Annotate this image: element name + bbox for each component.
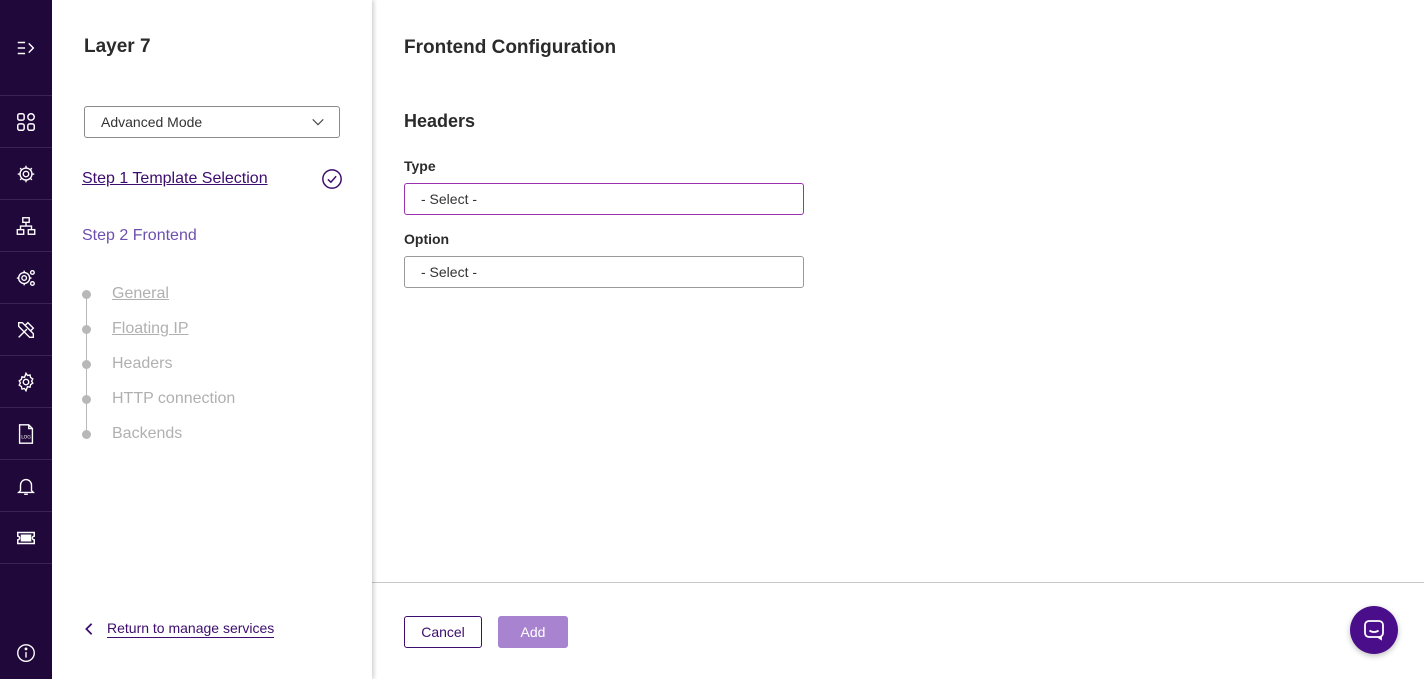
substep-dot [82, 325, 91, 334]
return-to-manage-services-link[interactable]: Return to manage services [82, 620, 275, 638]
substep-general[interactable]: General [82, 284, 342, 319]
settings-icon[interactable] [0, 356, 52, 408]
chevron-down-icon [312, 118, 324, 126]
substep-label: Headers [112, 355, 173, 372]
chat-button[interactable] [1350, 606, 1398, 654]
substep-list: General Floating IP Headers HTTP connect… [82, 284, 342, 459]
substep-label: HTTP connection [112, 390, 236, 407]
notifications-icon[interactable] [0, 460, 52, 512]
mode-select-value: Advanced Mode [101, 114, 203, 130]
license-icon[interactable] [0, 512, 52, 564]
add-button[interactable]: Add [498, 616, 568, 648]
type-select-value: - Select - [421, 191, 478, 207]
substep-label: General [112, 285, 169, 302]
option-select[interactable]: - Select - [404, 256, 804, 288]
substep-backends: Backends [82, 424, 342, 459]
option-select-value: - Select - [421, 264, 478, 280]
substep-dot [82, 395, 91, 404]
substep-label: Floating IP [112, 320, 189, 337]
step-2-frontend[interactable]: Step 2 Frontend [82, 227, 197, 245]
check-circle-icon [322, 169, 342, 189]
panel-title: Layer 7 [84, 36, 151, 57]
substep-dot [82, 290, 91, 299]
step-1-template-selection[interactable]: Step 1 Template Selection [82, 170, 268, 188]
cancel-button[interactable]: Cancel [404, 616, 482, 648]
logs-icon[interactable]: LOG [0, 408, 52, 460]
dashboard-icon[interactable] [0, 96, 52, 148]
type-select[interactable]: - Select - [404, 183, 804, 215]
substep-floating-ip[interactable]: Floating IP [82, 319, 342, 354]
type-label: Type [404, 158, 436, 174]
services-icon[interactable] [0, 148, 52, 200]
return-link-label: Return to manage services [107, 620, 275, 638]
expand-menu-icon[interactable] [0, 22, 52, 74]
main-content: Frontend Configuration Headers Type - Se… [372, 0, 1424, 679]
wizard-steps-panel: Layer 7 Advanced Mode Step 1 Template Se… [52, 0, 372, 679]
section-title: Headers [404, 111, 476, 131]
chevron-left-icon [85, 623, 93, 635]
icon-rail: LOG [0, 0, 52, 679]
chat-icon [1364, 620, 1384, 641]
network-icon[interactable] [0, 200, 52, 252]
info-icon[interactable] [0, 627, 52, 679]
footer-divider [372, 582, 1424, 583]
configuration-icon[interactable] [0, 252, 52, 304]
substep-headers: Headers [82, 354, 342, 389]
app-root: LOG Layer 7 Advanced Mode Step 1 Templat… [0, 0, 1424, 679]
substep-http-connection: HTTP connection [82, 389, 342, 424]
substep-dot [82, 360, 91, 369]
rail-divider [0, 563, 52, 564]
mode-select[interactable]: Advanced Mode [84, 106, 340, 138]
svg-text:LOG: LOG [21, 435, 31, 441]
option-label: Option [404, 231, 450, 247]
page-title: Frontend Configuration [404, 37, 617, 58]
tools-icon[interactable] [0, 304, 52, 356]
substep-dot [82, 430, 91, 439]
substep-label: Backends [112, 425, 183, 442]
